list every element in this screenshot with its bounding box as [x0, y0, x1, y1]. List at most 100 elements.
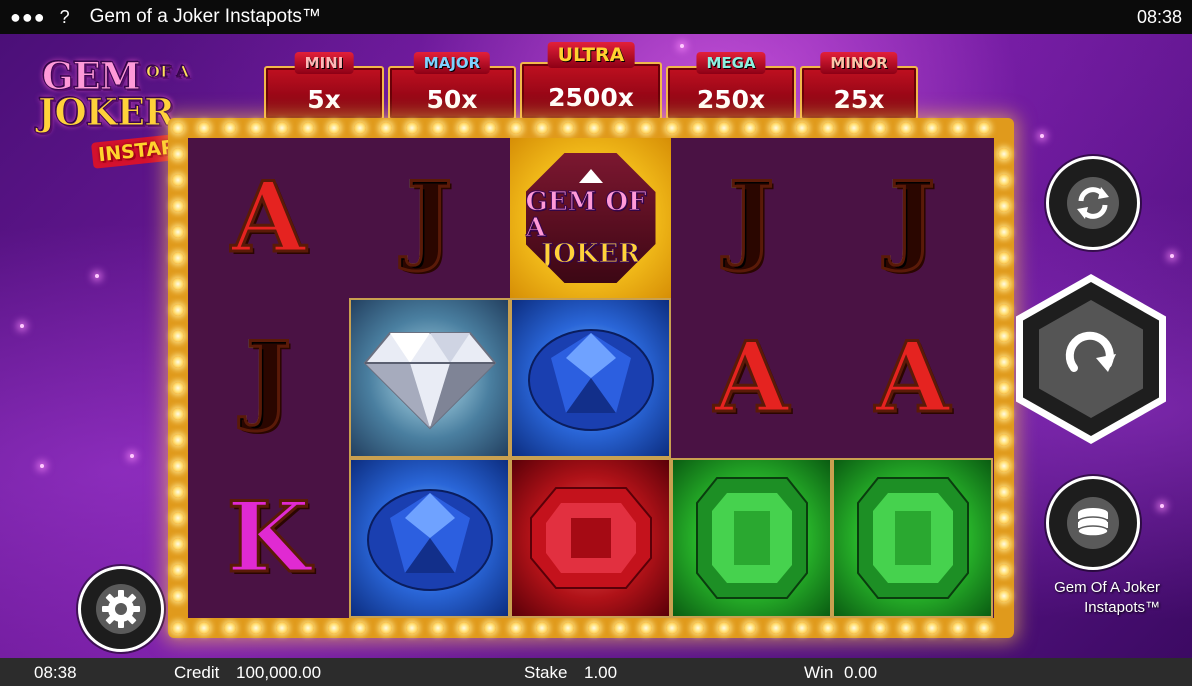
bottom-status-bar: 08:38 Credit 100,000.00 Stake 1.00 Win 0… — [0, 658, 1192, 686]
marquee-bulb — [640, 622, 652, 634]
game-name-line1: Gem Of A Joker — [1054, 579, 1160, 596]
reel-cell: K — [188, 458, 349, 618]
marquee-bulb — [172, 382, 184, 394]
marquee-bulb — [432, 122, 444, 134]
marquee-bulb — [328, 622, 340, 634]
win-label: Win — [804, 663, 834, 682]
marquee-bulb — [172, 304, 184, 316]
gear-icon — [96, 584, 146, 634]
jackpot-mini: MINI 5x — [264, 52, 384, 120]
marquee-bulb — [796, 622, 808, 634]
marquee-bulb — [874, 122, 886, 134]
sparkle-decoration — [1040, 134, 1044, 138]
symbol-j: J — [405, 161, 453, 274]
marquee-bulb — [978, 122, 990, 134]
autoplay-button[interactable] — [1046, 156, 1140, 250]
symbol-j: J — [888, 161, 936, 274]
stake-button[interactable] — [1046, 476, 1140, 570]
joker-gem-symbol: GEM OF A JOKER — [525, 153, 656, 283]
win-value: 0.00 — [844, 663, 878, 682]
marquee-bulb — [998, 304, 1010, 316]
reel-cell — [349, 298, 510, 458]
marquee-bulb — [874, 622, 886, 634]
game-name-line2: Instapots™ — [1084, 599, 1160, 616]
marquee-bulb — [998, 460, 1010, 472]
menu-dots-icon[interactable]: ●●● — [10, 7, 46, 28]
blue-sapphire-icon — [527, 329, 654, 431]
marquee-bulb — [172, 564, 184, 576]
sparkle-decoration — [1160, 504, 1164, 508]
reel-cell — [349, 458, 510, 618]
logo-joker-text: JOKER — [38, 90, 176, 135]
marquee-bulb — [380, 122, 392, 134]
jackpot-minor: MINOR 25x — [800, 52, 918, 120]
marquee-bulb — [172, 408, 184, 420]
marquee-bulb — [848, 122, 860, 134]
spin-icon — [1065, 331, 1116, 372]
marquee-bulb — [998, 512, 1010, 524]
marquee-bulb — [458, 622, 470, 634]
marquee-bulb — [998, 434, 1010, 446]
marquee-bulb — [796, 122, 808, 134]
joker-symbol-text-bottom: JOKER — [541, 239, 641, 269]
sparkle-decoration — [40, 464, 44, 468]
reel-cell — [510, 458, 671, 618]
marquee-bulb — [458, 122, 470, 134]
reel-frame: A J GEM OF A JOKER J J J A A K — [168, 118, 1014, 638]
marquee-bulb — [302, 122, 314, 134]
reel-cell: J — [349, 138, 510, 298]
marquee-bulb — [302, 622, 314, 634]
credit-value: 100,000.00 — [236, 663, 322, 682]
app-title: Gem of a Joker Instapots™ — [89, 6, 321, 27]
coin-stack-icon — [1067, 497, 1119, 549]
jackpot-major: MAJOR 50x — [388, 52, 516, 120]
marquee-bulb — [406, 622, 418, 634]
marquee-bulb — [432, 622, 444, 634]
help-icon[interactable]: ? — [60, 7, 70, 28]
spin-button[interactable] — [1016, 274, 1166, 444]
marquee-bulb — [998, 252, 1010, 264]
marquee-bulb — [588, 622, 600, 634]
stake-label: Stake — [524, 663, 568, 682]
jackpot-major-value: 50x — [426, 84, 478, 114]
marquee-bulb — [718, 622, 730, 634]
marquee-bulb — [276, 622, 288, 634]
stake-value: 1.00 — [584, 663, 618, 682]
marquee-bulb — [172, 622, 184, 634]
game-stage: GEM OF A JOKER INSTAPOTS MINI 5x MAJOR 5… — [0, 34, 1192, 658]
marquee-bulb — [510, 622, 522, 634]
joker-symbol-text-top: GEM OF A — [525, 187, 647, 243]
marquee-bulb — [848, 622, 860, 634]
marquee-bulb — [822, 622, 834, 634]
marquee-bulb — [666, 622, 678, 634]
marquee-bulb — [770, 122, 782, 134]
triangle-icon — [578, 169, 603, 183]
settings-button[interactable] — [78, 566, 164, 652]
marquee-bulb — [744, 122, 756, 134]
blue-sapphire-icon — [366, 489, 493, 591]
marquee-bulb — [172, 460, 184, 472]
marquee-bulb — [484, 622, 496, 634]
jackpot-mega-value: 250x — [696, 84, 766, 114]
marquee-bulb — [952, 122, 964, 134]
marquee-bulb — [198, 622, 210, 634]
marquee-bulb — [250, 622, 262, 634]
marquee-bulb — [172, 200, 184, 212]
sparkle-decoration — [1170, 254, 1174, 258]
marquee-bulb — [276, 122, 288, 134]
sparkle-decoration — [95, 274, 99, 278]
jackpot-minor-value: 25x — [833, 84, 885, 114]
marquee-bulb — [692, 122, 704, 134]
jackpot-minor-label: MINOR — [820, 52, 898, 74]
marquee-bulb — [172, 434, 184, 446]
reel-cell: J — [671, 138, 832, 298]
marquee-bulb — [822, 122, 834, 134]
jackpot-ultra-label: ULTRA — [547, 42, 635, 68]
marquee-bulb — [536, 622, 548, 634]
marquee-bulb — [354, 622, 366, 634]
marquee-bulb — [250, 122, 262, 134]
marquee-bulb — [172, 330, 184, 342]
marquee-bulb — [998, 278, 1010, 290]
marquee-bulb — [172, 278, 184, 290]
marquee-bulb — [224, 622, 236, 634]
